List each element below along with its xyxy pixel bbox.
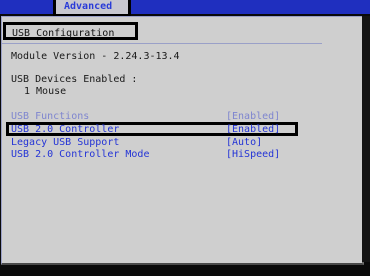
option-legacy-usb-value[interactable]: [Auto] — [226, 137, 262, 149]
usb-devices-value: 1 Mouse — [24, 86, 67, 97]
module-version-text: Module Version - 2.24.3-13.4 — [11, 51, 180, 62]
usb-configuration-panel: USB Configuration Module Version - 2.24.… — [1, 16, 364, 265]
bios-menu-bar: Advanced — [0, 0, 370, 17]
screen-bezel-right — [362, 16, 370, 262]
option-legacy-usb-label[interactable]: Legacy USB Support — [11, 137, 119, 149]
option-usb20-controller-value[interactable]: [Enabled] — [226, 124, 280, 136]
tab-advanced[interactable]: Advanced — [53, 0, 131, 17]
option-usb20-mode-value[interactable]: [HiSpeed] — [226, 149, 280, 161]
option-usb20-mode-label[interactable]: USB 2.0 Controller Mode — [11, 149, 149, 161]
section-title: USB Configuration — [3, 22, 138, 40]
title-divider — [2, 43, 322, 44]
option-usb20-controller-label[interactable]: USB 2.0 Controller — [11, 124, 119, 136]
bios-screen: Advanced USB Configuration Module Versio… — [0, 0, 370, 276]
usb-devices-header: USB Devices Enabled : — [11, 74, 138, 85]
